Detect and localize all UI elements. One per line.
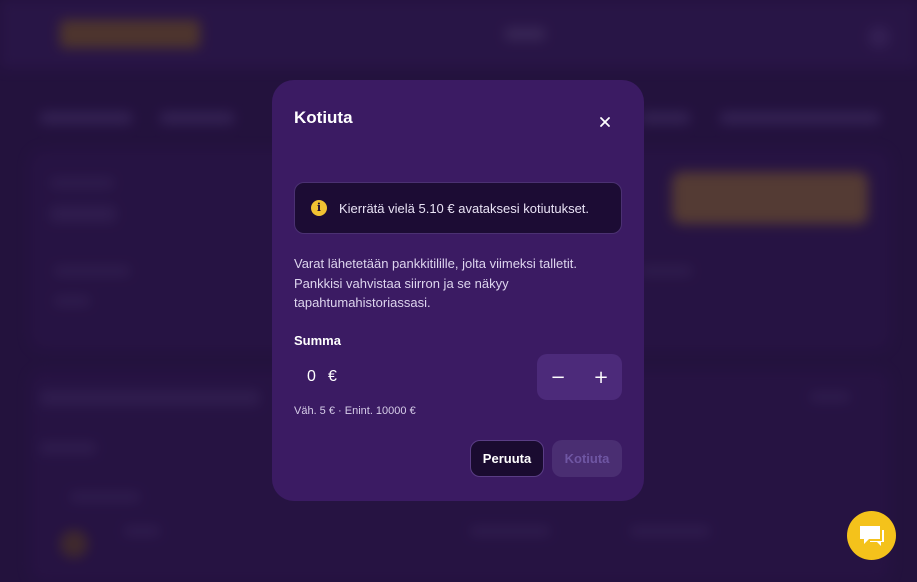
amount-row: € − + <box>294 354 622 400</box>
wagering-notice: Kierrätä vielä 5.10 € avataksesi kotiutu… <box>294 182 622 234</box>
info-line: tapahtumahistoriassasi. <box>294 295 431 310</box>
info-line: Varat lähetetään pankkitilille, jolta vi… <box>294 256 578 271</box>
chat-button[interactable] <box>847 511 896 560</box>
amount-stepper: − + <box>537 354 622 400</box>
withdraw-modal: Kotiuta Kierrätä vielä 5.10 € avataksesi… <box>272 80 644 501</box>
withdraw-info: Varat lähetetään pankkitilille, jolta vi… <box>294 254 614 313</box>
amount-label: Summa <box>294 333 341 348</box>
chat-icon <box>860 526 884 546</box>
notice-text: Kierrätä vielä 5.10 € avataksesi kotiutu… <box>339 201 590 216</box>
increment-button[interactable]: + <box>580 354 622 400</box>
withdraw-button[interactable]: Kotiuta <box>552 440 622 477</box>
info-icon <box>311 200 327 216</box>
modal-title: Kotiuta <box>294 108 353 127</box>
cancel-button[interactable]: Peruuta <box>470 440 544 477</box>
currency-symbol: € <box>328 368 337 385</box>
amount-limits: Väh. 5 € · Enint. 10000 € <box>294 405 416 417</box>
decrement-button[interactable]: − <box>537 354 579 400</box>
close-icon <box>600 117 610 127</box>
close-button[interactable] <box>595 112 615 132</box>
info-line: Pankkisi vahvistaa siirron ja se näkyy <box>294 275 509 291</box>
